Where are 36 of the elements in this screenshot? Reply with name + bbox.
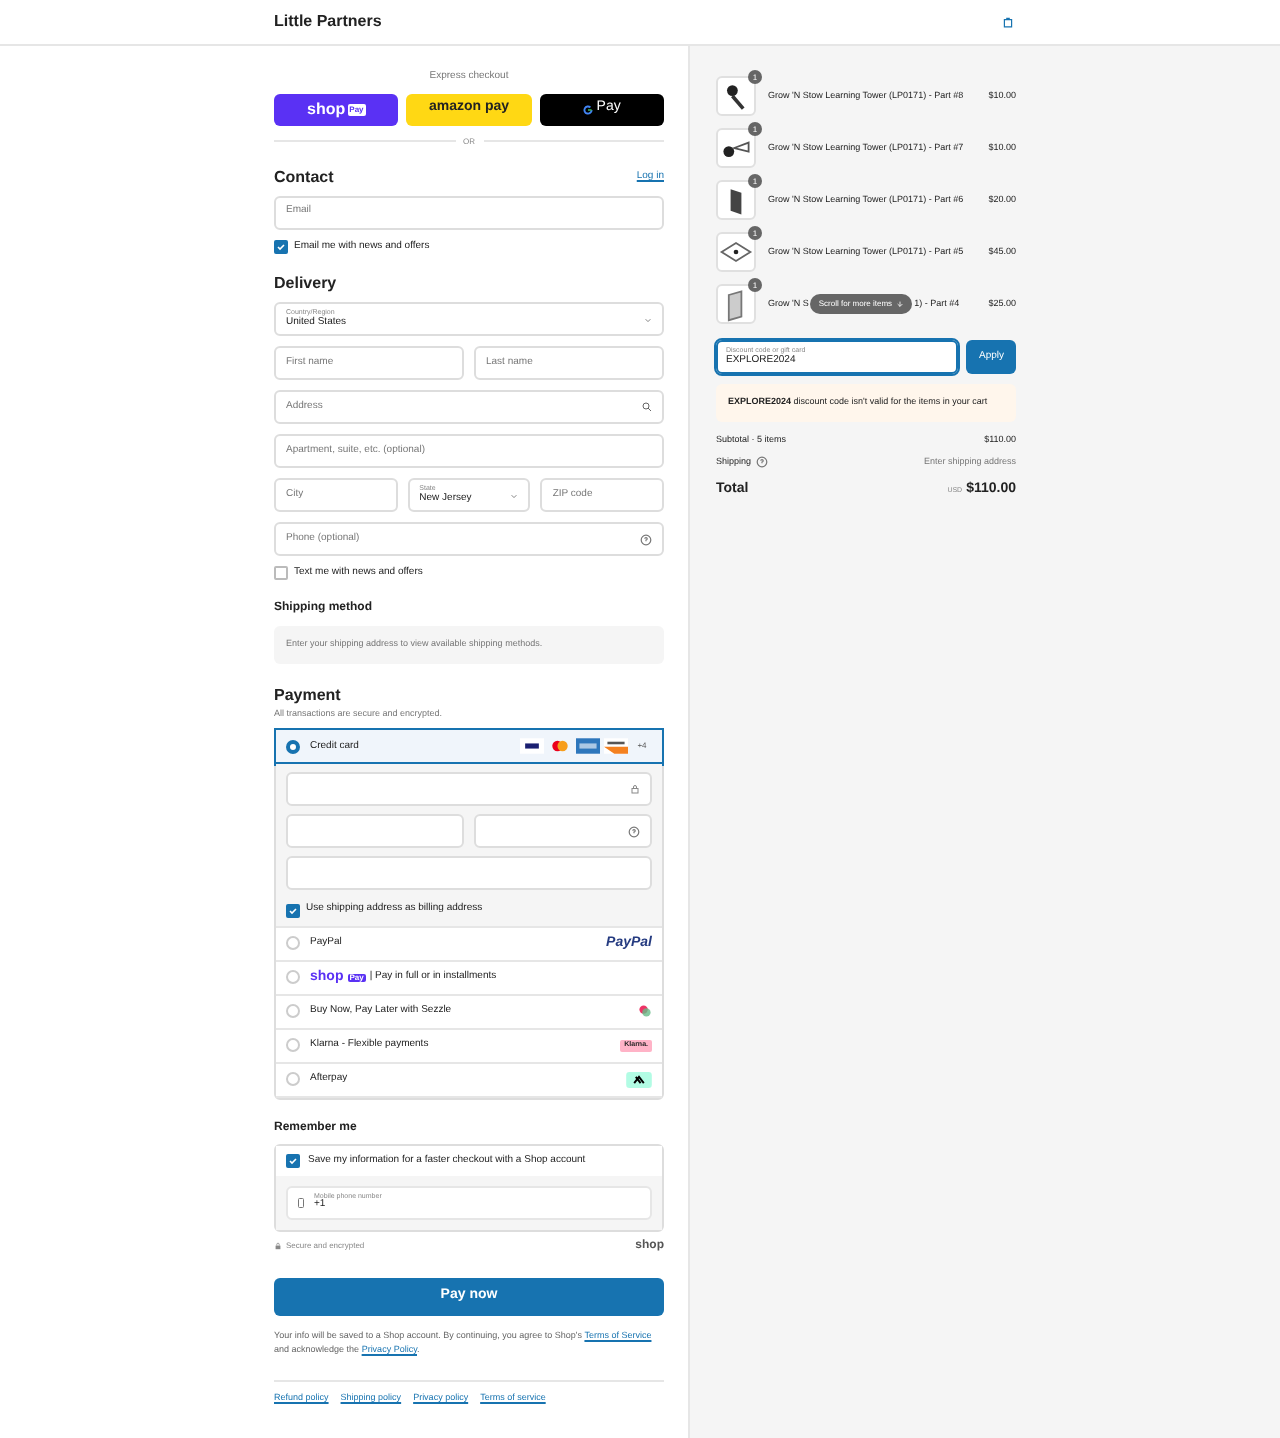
section-heading: Contact <box>274 165 334 189</box>
expiry-field[interactable] <box>286 814 464 849</box>
checkbox[interactable] <box>286 903 300 917</box>
card-brand-icon <box>576 738 600 755</box>
security-code-field[interactable] <box>474 814 652 849</box>
phone-icon <box>298 1197 304 1208</box>
section-heading: Delivery <box>274 272 339 296</box>
chevron-icon <box>510 491 519 499</box>
help-icon <box>640 533 652 545</box>
section-heading: Payment <box>274 683 343 707</box>
card-brand-icon <box>604 738 628 755</box>
lock-icon <box>274 1242 282 1251</box>
help-icon <box>755 455 768 468</box>
sezzle-icon <box>638 1004 652 1019</box>
search-icon <box>642 402 652 412</box>
help-icon <box>628 825 640 838</box>
product-thumbnail <box>716 128 756 168</box>
lock-icon <box>630 784 640 795</box>
card-brand-icon <box>548 738 572 755</box>
checkbox[interactable] <box>274 566 288 581</box>
product-thumbnail <box>716 76 756 116</box>
chevron-icon <box>644 315 652 323</box>
card-number-field[interactable] <box>286 772 652 807</box>
afterpay-icon <box>626 1071 652 1088</box>
name-on-card-field[interactable] <box>286 856 652 891</box>
product-thumbnail <box>716 284 756 324</box>
product-thumbnail <box>716 232 756 272</box>
checkbox[interactable] <box>274 239 288 254</box>
google-g-icon <box>582 103 595 115</box>
shopping-bag-icon[interactable] <box>1002 16 1014 28</box>
product-thumbnail <box>716 180 756 220</box>
arrow-down-icon <box>896 300 905 308</box>
store-title: Little Partners <box>274 10 382 34</box>
checkbox[interactable] <box>286 1153 300 1168</box>
radio-button[interactable] <box>286 739 300 754</box>
card-brand-icon <box>520 738 544 755</box>
